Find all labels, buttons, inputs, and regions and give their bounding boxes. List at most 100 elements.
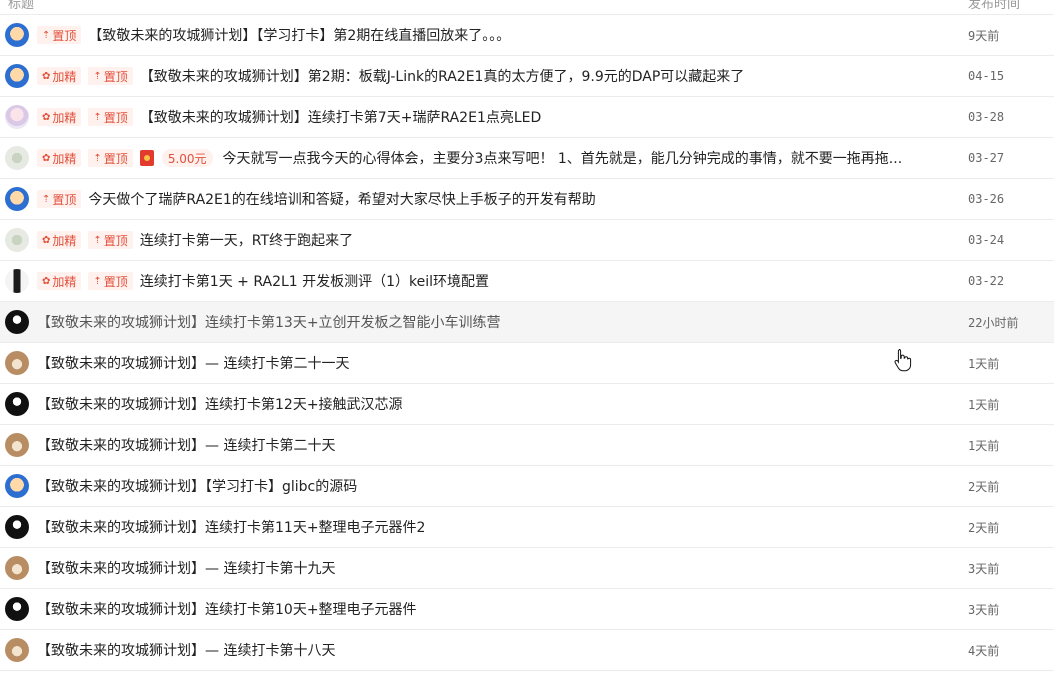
post-row[interactable]: ✿ 加精 ⇡ 置顶 5.00元 今天就写一点我今天的心得体会，主要分3点来写吧！ 1、首先… <box>0 138 1054 179</box>
avatar[interactable] <box>5 228 29 252</box>
post-row[interactable]: ⇡ 置顶 【致敬未来的攻城狮计划】【学习打卡】第2期在线直播回放来了。。。 9天前 <box>0 15 1054 56</box>
post-title-link[interactable]: 连续打卡第一天，RT终于跑起来了 <box>140 230 353 250</box>
post-time: 2天前 <box>968 479 1000 494</box>
post-time: 1天前 <box>968 356 1000 371</box>
post-time: 1天前 <box>968 438 1000 453</box>
post-row[interactable]: 【致敬未来的攻城狮计划】连续打卡第10天+整理电子元器件 3天前 <box>0 589 1054 630</box>
avatar[interactable] <box>5 597 29 621</box>
post-time: 03-28 <box>968 110 1005 124</box>
flower-icon: ✿ <box>42 234 51 246</box>
avatar[interactable] <box>5 351 29 375</box>
top-badge: ⇡ 置顶 <box>88 272 133 290</box>
post-row[interactable]: ✿ 加精 ⇡ 置顶 连续打卡第1天 + RA2L1 开发板测评（1）keil环境配置 03… <box>0 261 1054 302</box>
post-row[interactable]: 【致敬未来的攻城狮计划】连续打卡第11天+整理电子元器件2 2天前 <box>0 507 1054 548</box>
top-badge-label: 置顶 <box>103 69 128 84</box>
post-time: 04-15 <box>968 69 1005 83</box>
list-header: 标题 发布时间 <box>0 0 1054 15</box>
post-title-link[interactable]: 【致敬未来的攻城狮计划】连续打卡第10天+整理电子元器件 <box>37 599 417 619</box>
featured-badge-label: 加精 <box>52 274 77 289</box>
top-badge-label: 置顶 <box>103 233 128 248</box>
flower-icon: ✿ <box>42 111 51 123</box>
post-row[interactable]: 【致敬未来的攻城狮计划】— 连续打卡第二十天 1天前 <box>0 425 1054 466</box>
post-title-link[interactable]: 【致敬未来的攻城狮计划】— 连续打卡第十八天 <box>37 640 335 660</box>
post-title-link[interactable]: 【致敬未来的攻城狮计划】连续打卡第13天+立创开发板之智能小车训练营 <box>37 312 501 332</box>
avatar[interactable] <box>5 474 29 498</box>
post-title-link[interactable]: 【致敬未来的攻城狮计划】— 连续打卡第二十一天 <box>37 353 349 373</box>
post-title-link[interactable]: 【致敬未来的攻城狮计划】连续打卡第12天+接触武汉芯源 <box>37 394 403 414</box>
post-time: 22小时前 <box>968 315 1019 330</box>
top-badge: ⇡ 置顶 <box>37 26 82 44</box>
flower-icon: ✿ <box>42 70 51 82</box>
pin-icon: ⇡ <box>93 152 102 164</box>
featured-badge-label: 加精 <box>52 69 77 84</box>
post-time: 03-27 <box>968 151 1005 165</box>
avatar[interactable] <box>5 310 29 334</box>
post-time: 03-22 <box>968 274 1005 288</box>
featured-badge: ✿ 加精 <box>37 67 82 85</box>
featured-badge-label: 加精 <box>52 233 77 248</box>
avatar[interactable] <box>5 64 29 88</box>
column-title-header: 标题 <box>8 0 35 12</box>
avatar[interactable] <box>5 433 29 457</box>
top-badge: ⇡ 置顶 <box>88 67 133 85</box>
post-title-link[interactable]: 连续打卡第1天 + RA2L1 开发板测评（1）keil环境配置 <box>140 271 489 291</box>
post-time: 4天前 <box>968 643 1000 658</box>
pin-icon: ⇡ <box>93 111 102 123</box>
post-title-link[interactable]: 【致敬未来的攻城狮计划】第2期：板载J-Link的RA2E1真的太方便了，9.9… <box>140 66 744 86</box>
post-title-link[interactable]: 【致敬未来的攻城狮计划】— 连续打卡第十九天 <box>37 558 335 578</box>
avatar[interactable] <box>5 105 29 129</box>
top-badge: ⇡ 置顶 <box>88 108 133 126</box>
post-list: ⇡ 置顶 【致敬未来的攻城狮计划】【学习打卡】第2期在线直播回放来了。。。 9天前 ✿ 加… <box>0 15 1054 671</box>
avatar[interactable] <box>5 187 29 211</box>
post-time: 9天前 <box>968 28 1000 43</box>
top-badge: ⇡ 置顶 <box>88 149 133 167</box>
post-time: 3天前 <box>968 561 1000 576</box>
post-row[interactable]: ✿ 加精 ⇡ 置顶 【致敬未来的攻城狮计划】连续打卡第7天+瑞萨RA2E1点亮LED 03… <box>0 97 1054 138</box>
post-row[interactable]: ✿ 加精 ⇡ 置顶 【致敬未来的攻城狮计划】第2期：板载J-Link的RA2E1真的太方… <box>0 56 1054 97</box>
post-row[interactable]: 【致敬未来的攻城狮计划】— 连续打卡第十八天 4天前 <box>0 630 1054 671</box>
post-row[interactable]: ✿ 加精 ⇡ 置顶 连续打卡第一天，RT终于跑起来了 03-24 <box>0 220 1054 261</box>
pin-icon: ⇡ <box>93 234 102 246</box>
post-row[interactable]: 【致敬未来的攻城狮计划】连续打卡第13天+立创开发板之智能小车训练营 22小时前 <box>0 302 1054 343</box>
avatar[interactable] <box>5 515 29 539</box>
featured-badge-label: 加精 <box>52 110 77 125</box>
featured-badge-label: 加精 <box>52 151 77 166</box>
post-time: 03-24 <box>968 233 1005 247</box>
post-title-link[interactable]: 【致敬未来的攻城狮计划】连续打卡第11天+整理电子元器件2 <box>37 517 425 537</box>
avatar[interactable] <box>5 269 29 293</box>
top-badge: ⇡ 置顶 <box>88 231 133 249</box>
top-badge-label: 置顶 <box>103 151 128 166</box>
top-badge: ⇡ 置顶 <box>37 190 82 208</box>
post-title-link[interactable]: 今天做个了瑞萨RA2E1的在线培训和答疑，希望对大家尽快上手板子的开发有帮助 <box>88 189 595 209</box>
avatar[interactable] <box>5 638 29 662</box>
featured-badge: ✿ 加精 <box>37 272 82 290</box>
post-title-link[interactable]: 【致敬未来的攻城狮计划】【学习打卡】glibc的源码 <box>37 476 357 496</box>
post-title-link[interactable]: 【致敬未来的攻城狮计划】连续打卡第7天+瑞萨RA2E1点亮LED <box>140 107 541 127</box>
post-title-link[interactable]: 【致敬未来的攻城狮计划】【学习打卡】第2期在线直播回放来了。。。 <box>88 25 510 45</box>
post-time: 1天前 <box>968 397 1000 412</box>
featured-badge: ✿ 加精 <box>37 108 82 126</box>
avatar[interactable] <box>5 23 29 47</box>
avatar[interactable] <box>5 146 29 170</box>
flower-icon: ✿ <box>42 152 51 164</box>
post-row[interactable]: 【致敬未来的攻城狮计划】【学习打卡】glibc的源码 2天前 <box>0 466 1054 507</box>
post-time: 03-26 <box>968 192 1005 206</box>
hand-cursor-icon <box>894 349 912 372</box>
pin-icon: ⇡ <box>42 29 51 41</box>
featured-badge: ✿ 加精 <box>37 149 82 167</box>
featured-badge: ✿ 加精 <box>37 231 82 249</box>
post-title-link[interactable]: 今天就写一点我今天的心得体会，主要分3点来写吧！ 1、首先就是，能几分钟完成的事… <box>223 148 903 168</box>
pin-icon: ⇡ <box>42 193 51 205</box>
reward-amount: 5.00元 <box>161 149 213 167</box>
top-badge-label: 置顶 <box>52 28 77 43</box>
top-badge-label: 置顶 <box>103 274 128 289</box>
avatar[interactable] <box>5 556 29 580</box>
post-row[interactable]: 【致敬未来的攻城狮计划】— 连续打卡第十九天 3天前 <box>0 548 1054 589</box>
column-time-header: 发布时间 <box>968 0 1021 12</box>
flower-icon: ✿ <box>42 275 51 287</box>
post-row[interactable]: ⇡ 置顶 今天做个了瑞萨RA2E1的在线培训和答疑，希望对大家尽快上手板子的开发有帮… <box>0 179 1054 220</box>
post-title-link[interactable]: 【致敬未来的攻城狮计划】— 连续打卡第二十天 <box>37 435 335 455</box>
pin-icon: ⇡ <box>93 70 102 82</box>
avatar[interactable] <box>5 392 29 416</box>
post-row[interactable]: 【致敬未来的攻城狮计划】连续打卡第12天+接触武汉芯源 1天前 <box>0 384 1054 425</box>
